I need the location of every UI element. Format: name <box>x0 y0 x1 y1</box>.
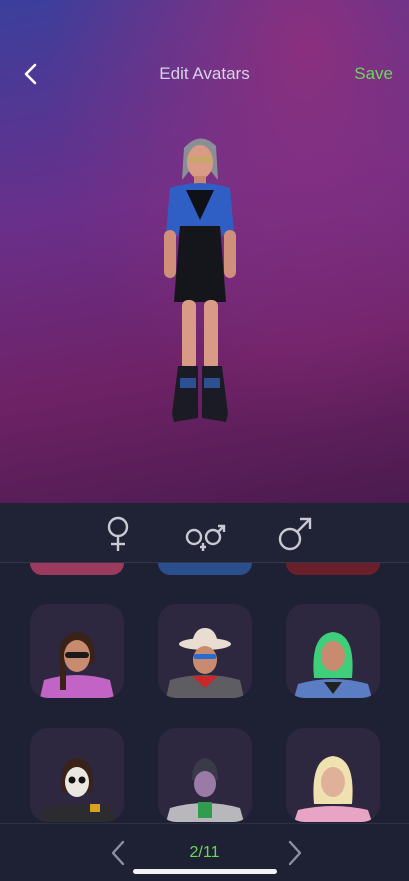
pagination-bar: 2/11 <box>0 823 409 881</box>
gender-female-button[interactable] <box>97 513 139 555</box>
avatar-thumb-sunglasses-woman <box>40 632 114 698</box>
gender-nonbinary-button[interactable] <box>183 513 226 555</box>
avatar-grid <box>0 563 409 823</box>
female-symbol-icon <box>107 516 129 551</box>
avatar-thumb-green-shirt <box>166 758 244 822</box>
avatar-3d-model[interactable] <box>140 130 260 430</box>
avatar-tile[interactable] <box>30 728 124 822</box>
avatar-preview: Edit Avatars Save <box>0 0 409 503</box>
avatar-tile[interactable] <box>30 604 124 698</box>
avatar-thumb-skull-face <box>38 758 116 822</box>
nonbinary-symbol-icon <box>185 524 226 551</box>
gender-filter-bar <box>0 503 409 563</box>
avatar-tile[interactable] <box>286 604 380 698</box>
avatar-thumb-cowboy <box>166 628 244 698</box>
avatar-tile[interactable] <box>286 728 380 822</box>
save-button[interactable]: Save <box>354 64 393 84</box>
home-indicator[interactable] <box>133 869 277 874</box>
chevron-right-icon <box>288 840 302 866</box>
avatar-tile[interactable] <box>158 728 252 822</box>
male-symbol-icon <box>278 517 312 551</box>
avatar-tile-partial[interactable] <box>286 563 380 575</box>
next-page-button[interactable] <box>280 838 308 868</box>
avatar-tile[interactable] <box>158 604 252 698</box>
page-indicator: 2/11 <box>189 844 220 861</box>
avatar-tile-partial[interactable] <box>158 563 252 575</box>
avatar-tile-partial[interactable] <box>30 563 124 575</box>
gender-male-button[interactable] <box>274 513 316 555</box>
avatar-thumb-blonde <box>294 756 372 822</box>
avatar-thumb-green-hair <box>294 632 372 698</box>
top-bar: Edit Avatars Save <box>0 52 409 96</box>
page-title: Edit Avatars <box>159 64 250 83</box>
